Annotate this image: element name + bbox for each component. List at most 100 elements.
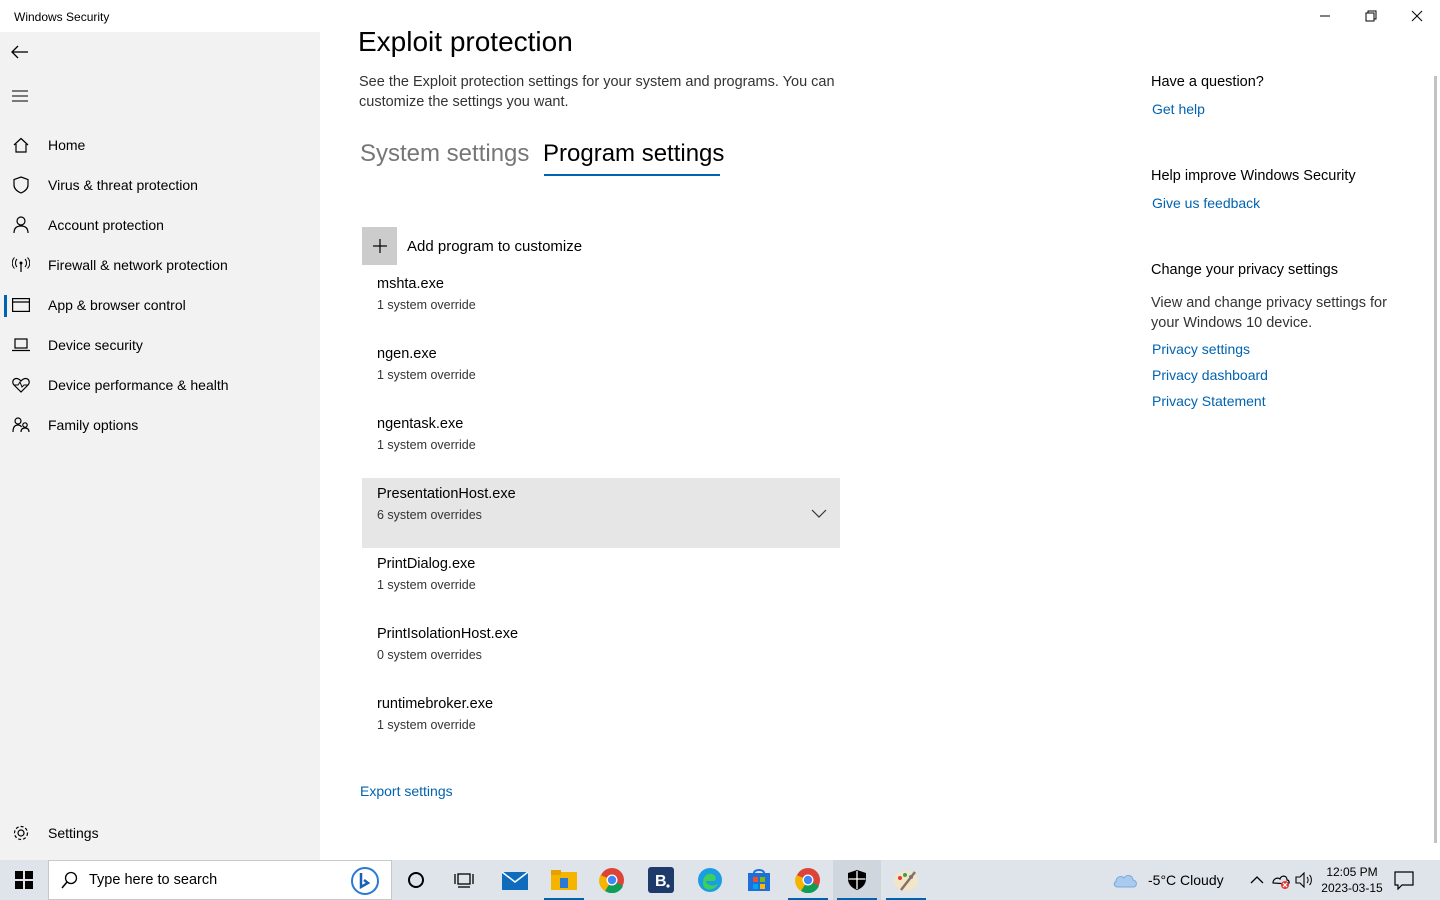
privacy-statement-link[interactable]: Privacy Statement: [1152, 393, 1266, 409]
sidebar: Home Virus & threat protection Account p…: [0, 32, 320, 860]
program-list: mshta.exe 1 system override ngen.exe 1 s…: [362, 268, 840, 758]
sidebar-item-family[interactable]: Family options: [0, 405, 320, 445]
tab-system-settings[interactable]: System settings: [360, 140, 529, 168]
weather-text: -5°C Cloudy: [1148, 872, 1224, 888]
notification-icon[interactable]: [1394, 870, 1414, 895]
sidebar-item-account[interactable]: Account protection: [0, 205, 320, 245]
program-name: ngentask.exe: [377, 416, 464, 432]
sidebar-item-label: Virus & threat protection: [48, 177, 198, 193]
menu-button[interactable]: [4, 80, 36, 112]
taskbar-search-box[interactable]: Type here to search: [48, 860, 392, 900]
sidebar-item-label: Firewall & network protection: [48, 257, 228, 273]
chrome-icon[interactable]: [784, 860, 832, 900]
taskbar-clock[interactable]: 12:05 PM 2023-03-15: [1318, 864, 1386, 896]
windows-logo-icon: [15, 871, 33, 889]
clock-time: 12:05 PM: [1326, 865, 1378, 879]
override-count: 1 system override: [377, 368, 476, 382]
add-program-label: Add program to customize: [407, 237, 583, 255]
program-name: PresentationHost.exe: [377, 486, 516, 502]
sidebar-item-label: App & browser control: [48, 297, 186, 313]
paint-icon[interactable]: [882, 860, 930, 900]
restore-button[interactable]: [1348, 0, 1394, 32]
windows-security-icon[interactable]: [833, 860, 881, 900]
start-button[interactable]: [0, 860, 48, 900]
close-icon: [1411, 10, 1423, 22]
list-item[interactable]: ngentask.exe 1 system override: [362, 408, 840, 478]
sidebar-item-label: Device performance & health: [48, 377, 229, 393]
search-icon: [61, 871, 78, 889]
bing-icon[interactable]: [350, 866, 380, 896]
file-explorer-icon[interactable]: [540, 860, 588, 900]
clock-date: 2023-03-15: [1321, 881, 1383, 895]
add-program-button[interactable]: Add program to customize: [362, 227, 582, 265]
main-content: Exploit protection See the Exploit prote…: [320, 26, 1436, 860]
edge-icon[interactable]: [686, 860, 734, 900]
person-icon: [12, 216, 30, 234]
chrome-icon[interactable]: [588, 860, 636, 900]
list-item[interactable]: mshta.exe 1 system override: [362, 268, 840, 338]
close-button[interactable]: [1394, 0, 1440, 32]
scrollbar[interactable]: [1434, 76, 1437, 843]
sidebar-item-label: Device security: [48, 337, 143, 353]
override-count: 0 system overrides: [377, 648, 482, 662]
laptop-icon: [12, 336, 30, 354]
improve-heading: Help improve Windows Security: [1151, 168, 1356, 184]
list-item[interactable]: PresentationHost.exe 6 system overrides: [362, 478, 840, 548]
list-item[interactable]: runtimebroker.exe 1 system override: [362, 688, 840, 758]
cloud-icon: [1113, 875, 1137, 888]
back-button[interactable]: [4, 36, 36, 68]
hamburger-icon: [12, 90, 28, 102]
back-arrow-icon: [11, 45, 28, 59]
volume-icon[interactable]: [1294, 860, 1314, 900]
program-name: mshta.exe: [377, 276, 444, 292]
gear-icon: [12, 824, 30, 842]
list-item[interactable]: PrintDialog.exe 1 system override: [362, 548, 840, 618]
sidebar-item-firewall[interactable]: Firewall & network protection: [0, 245, 320, 285]
restore-icon: [1365, 10, 1377, 22]
task-view-icon[interactable]: [440, 860, 488, 900]
sidebar-item-device-security[interactable]: Device security: [0, 325, 320, 365]
list-item[interactable]: ngen.exe 1 system override: [362, 338, 840, 408]
get-help-link[interactable]: Get help: [1152, 101, 1205, 117]
weather-widget[interactable]: -5°C Cloudy: [1112, 860, 1224, 900]
store-icon[interactable]: [735, 860, 783, 900]
privacy-settings-link[interactable]: Privacy settings: [1152, 341, 1250, 357]
sidebar-item-virus-threat[interactable]: Virus & threat protection: [0, 165, 320, 205]
chevron-up-icon[interactable]: [1248, 860, 1266, 900]
sidebar-item-app-browser[interactable]: App & browser control: [0, 285, 320, 325]
sidebar-item-performance[interactable]: Device performance & health: [0, 365, 320, 405]
minimize-icon: [1320, 15, 1330, 17]
privacy-description: View and change privacy settings for you…: [1151, 295, 1387, 331]
list-item[interactable]: PrintIsolationHost.exe 0 system override…: [362, 618, 840, 688]
heart-icon: [12, 376, 30, 394]
program-name: runtimebroker.exe: [377, 696, 494, 712]
home-icon: [12, 136, 30, 154]
chevron-down-icon[interactable]: [810, 504, 828, 522]
page-description: See the Exploit protection settings for …: [359, 74, 835, 110]
app-title: Windows Security: [14, 10, 110, 24]
question-heading: Have a question?: [1151, 74, 1264, 90]
mail-icon[interactable]: [491, 860, 539, 900]
export-settings-link[interactable]: Export settings: [360, 783, 453, 799]
sidebar-item-label: Account protection: [48, 217, 164, 233]
override-count: 1 system override: [377, 438, 476, 452]
override-count: 1 system override: [377, 718, 476, 732]
taskbar: Type here to search B -5°C Cloudy 12:05 …: [0, 860, 1440, 900]
cortana-icon[interactable]: [392, 860, 440, 900]
sidebar-item-settings[interactable]: Settings: [0, 813, 320, 853]
title-bar: Windows Security: [0, 0, 1440, 32]
sidebar-item-home[interactable]: Home: [0, 125, 320, 165]
b-app-icon[interactable]: B: [637, 860, 685, 900]
plus-icon: [362, 227, 397, 265]
sidebar-item-label: Home: [48, 137, 86, 153]
override-count: 1 system override: [377, 578, 476, 592]
svg-text:B: B: [655, 873, 667, 890]
privacy-dashboard-link[interactable]: Privacy dashboard: [1152, 367, 1268, 383]
feedback-link[interactable]: Give us feedback: [1152, 195, 1260, 211]
tab-program-settings[interactable]: Program settings: [543, 140, 724, 168]
shield-icon: [12, 176, 30, 194]
network-offline-icon[interactable]: [1270, 860, 1292, 900]
program-name: ngen.exe: [377, 346, 437, 362]
tab-selected-indicator: [544, 174, 720, 176]
minimize-button[interactable]: [1302, 0, 1348, 32]
